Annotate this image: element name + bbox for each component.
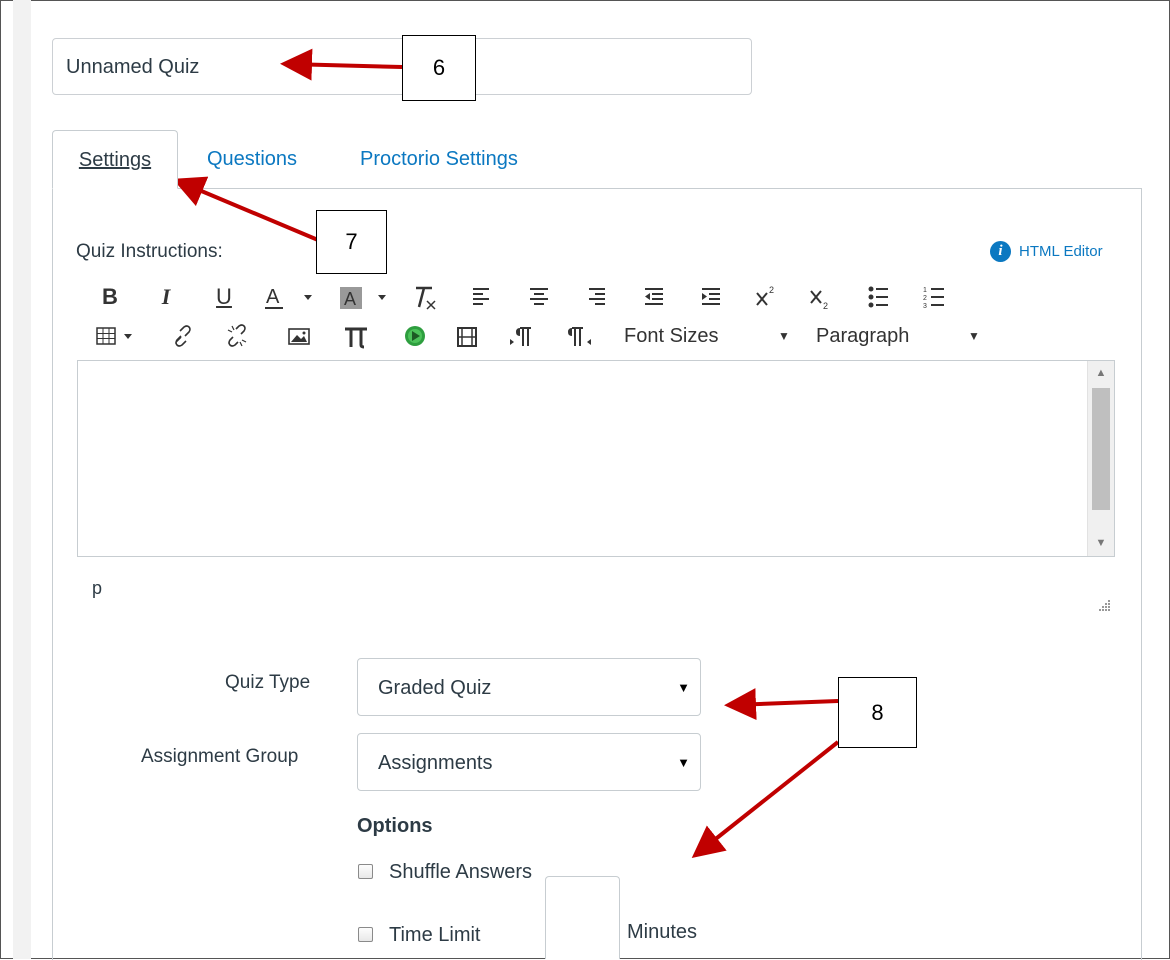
indent-icon: [702, 288, 720, 305]
shuffle-answers-checkbox[interactable]: [358, 864, 373, 879]
assignment-group-select[interactable]: Assignments ▼: [357, 733, 701, 791]
bullet-list-icon: [868, 286, 888, 308]
align-left-icon: [473, 288, 489, 305]
tab-settings[interactable]: Settings: [52, 130, 178, 189]
options-heading: Options: [357, 815, 433, 837]
table-icon: [96, 327, 132, 345]
editor-status-path: p: [92, 578, 103, 598]
callout-7: 7: [316, 210, 387, 274]
bold-button[interactable]: B: [96, 279, 124, 315]
instructions-editor[interactable]: ▲ ▼: [77, 360, 1115, 557]
unlink-button[interactable]: [222, 318, 252, 354]
html-editor-label: HTML Editor: [1019, 243, 1103, 260]
scroll-thumb[interactable]: [1092, 388, 1110, 510]
svg-text:3: 3: [923, 303, 927, 310]
ltr-paragraph-button[interactable]: [506, 318, 536, 354]
background-color-icon: A: [340, 287, 386, 309]
embed-media-button[interactable]: [452, 318, 482, 354]
svg-text:2: 2: [823, 301, 828, 311]
scroll-down-icon[interactable]: ▼: [1088, 533, 1114, 553]
time-limit-checkbox[interactable]: [358, 927, 373, 942]
shuffle-answers-label: Shuffle Answers: [389, 861, 533, 883]
time-limit-minutes-input[interactable]: [545, 876, 620, 959]
film-icon: [457, 327, 477, 347]
scroll-up-icon[interactable]: ▲: [1088, 363, 1114, 383]
callout-6: 6: [402, 35, 476, 101]
superscript-button[interactable]: 2: [752, 279, 780, 315]
dropdown-caret-icon: ▼: [677, 680, 690, 695]
link-icon: [175, 325, 191, 347]
pi-icon: [345, 327, 367, 349]
underline-button[interactable]: U: [210, 279, 238, 315]
link-button[interactable]: [168, 318, 198, 354]
dropdown-caret-icon: ▼: [677, 755, 690, 770]
svg-text:A: A: [344, 289, 356, 309]
align-center-button[interactable]: [526, 279, 552, 315]
quiz-type-select[interactable]: Graded Quiz ▼: [357, 658, 701, 716]
callout-8: 8: [838, 677, 917, 748]
quiz-type-label: Quiz Type: [225, 672, 311, 693]
bullet-list-button[interactable]: [864, 279, 892, 315]
font-sizes-label: Font Sizes: [624, 325, 719, 347]
assignment-group-label: Assignment Group: [141, 746, 299, 767]
indent-button[interactable]: [697, 279, 725, 315]
paragraph-format-label: Paragraph: [816, 325, 910, 347]
svg-text:A: A: [266, 286, 280, 308]
align-right-icon: [589, 288, 605, 305]
html-editor-link[interactable]: i HTML Editor: [990, 241, 1103, 262]
minutes-label: Minutes: [627, 921, 698, 943]
chevron-down-icon: ▼: [968, 329, 980, 343]
svg-text:2: 2: [769, 285, 774, 295]
time-limit-label: Time Limit: [389, 924, 481, 946]
numbered-list-button[interactable]: 1 2 3: [920, 279, 948, 315]
rtl-paragraph-button[interactable]: [564, 318, 594, 354]
tab-proctorio-settings[interactable]: Proctorio Settings: [360, 130, 518, 189]
background-color-button[interactable]: A: [338, 279, 394, 315]
chevron-down-icon: ▼: [778, 329, 790, 343]
clear-formatting-button[interactable]: [410, 279, 440, 315]
align-right-button[interactable]: [584, 279, 610, 315]
info-icon: i: [990, 241, 1011, 262]
resize-handle-icon[interactable]: [1098, 598, 1112, 612]
media-record-button[interactable]: [400, 318, 430, 354]
align-left-button[interactable]: [468, 279, 494, 315]
editor-scrollbar[interactable]: ▲ ▼: [1087, 361, 1114, 556]
svg-text:1: 1: [923, 287, 927, 294]
svg-text:2: 2: [923, 295, 927, 302]
equation-button[interactable]: [340, 318, 372, 354]
superscript-icon: 2: [756, 285, 774, 306]
assignment-group-value: Assignments: [378, 752, 493, 774]
unlink-icon: [227, 324, 247, 347]
quiz-type-value: Graded Quiz: [378, 677, 492, 699]
outdent-icon: [645, 288, 663, 305]
play-circle-icon: [405, 326, 425, 346]
image-button[interactable]: [284, 318, 314, 354]
quiz-instructions-label: Quiz Instructions:: [76, 241, 223, 262]
left-gutter: [13, 0, 31, 959]
italic-button[interactable]: I: [152, 279, 180, 315]
outdent-button[interactable]: [640, 279, 668, 315]
paragraph-ltr-icon: [510, 327, 531, 346]
numbered-list-icon: 1 2 3: [923, 287, 944, 310]
align-center-icon: [530, 288, 548, 305]
paragraph-rtl-icon: [568, 327, 591, 346]
text-color-button[interactable]: A: [262, 279, 318, 315]
tab-questions[interactable]: Questions: [207, 130, 297, 189]
paragraph-format-dropdown[interactable]: Paragraph ▼: [816, 318, 986, 354]
subscript-icon: 2: [810, 290, 828, 311]
table-button[interactable]: [94, 318, 146, 354]
subscript-button[interactable]: 2: [806, 279, 834, 315]
clear-formatting-icon: [416, 286, 436, 310]
font-sizes-dropdown[interactable]: Font Sizes ▼: [624, 318, 804, 354]
image-icon: [288, 328, 310, 345]
text-color-icon: A: [265, 286, 312, 309]
